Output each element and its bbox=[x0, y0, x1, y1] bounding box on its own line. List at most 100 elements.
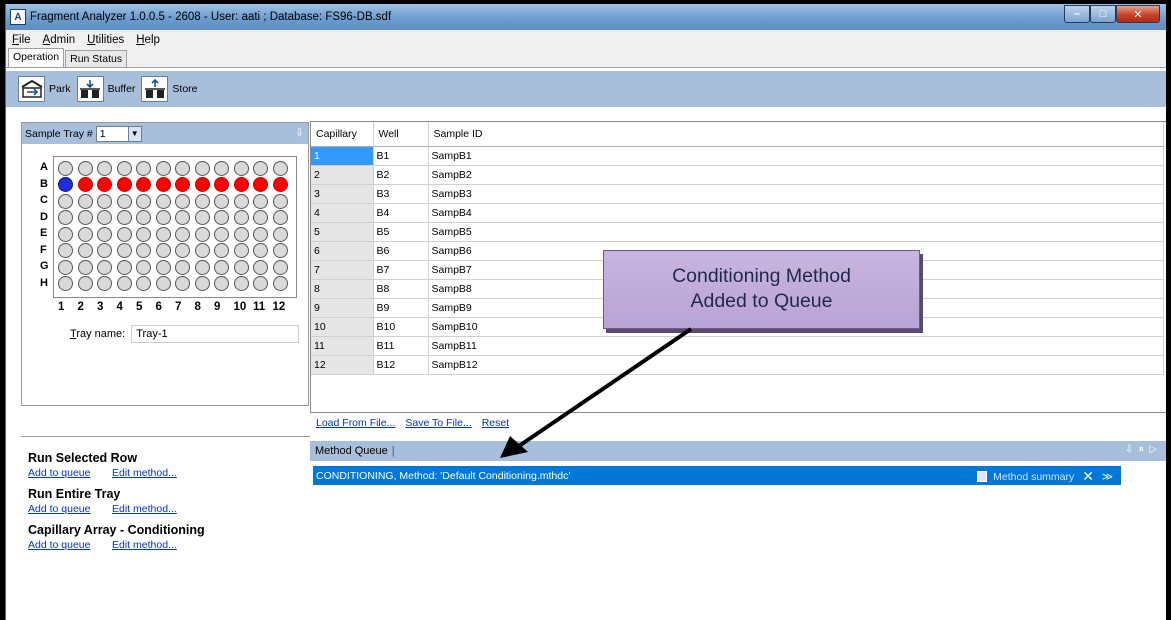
capillary-cell[interactable]: 1 bbox=[311, 146, 374, 166]
well[interactable] bbox=[175, 193, 190, 209]
table-row[interactable]: 4 B4 SampB4 bbox=[311, 203, 1164, 223]
well-cell[interactable]: B10 bbox=[373, 317, 429, 337]
well[interactable] bbox=[58, 193, 73, 209]
remove-item-icon[interactable]: ✕ bbox=[1082, 468, 1094, 485]
sample-id-cell[interactable]: SampB3 bbox=[428, 184, 1164, 204]
well[interactable] bbox=[253, 226, 268, 242]
well[interactable] bbox=[272, 276, 288, 292]
sample-id-cell[interactable]: SampB5 bbox=[428, 222, 1164, 242]
sample-id-cell[interactable]: SampB1 bbox=[428, 146, 1164, 166]
well[interactable] bbox=[77, 226, 93, 242]
well[interactable] bbox=[272, 243, 288, 259]
well[interactable] bbox=[214, 259, 229, 275]
well[interactable] bbox=[155, 160, 171, 176]
table-row[interactable]: 3 B3 SampB3 bbox=[311, 184, 1164, 204]
menu-admin[interactable]: Admin bbox=[43, 34, 76, 46]
table-row[interactable]: 5 B5 SampB5 bbox=[311, 222, 1164, 242]
well-cell[interactable]: B4 bbox=[373, 203, 429, 223]
capillary-cell[interactable]: 6 bbox=[311, 241, 374, 261]
tab-run-status[interactable]: Run Status bbox=[65, 50, 128, 67]
method-summary-link[interactable]: Method summary bbox=[993, 471, 1074, 483]
well[interactable] bbox=[97, 210, 112, 226]
chevron-down-icon[interactable]: ▼ bbox=[127, 126, 141, 141]
sample-tray-dropdown[interactable]: 1 ▼ bbox=[95, 125, 142, 142]
well[interactable] bbox=[136, 226, 151, 242]
method-summary-icon[interactable] bbox=[977, 471, 988, 482]
well[interactable] bbox=[175, 160, 190, 176]
well[interactable] bbox=[155, 259, 171, 275]
well[interactable] bbox=[155, 193, 171, 209]
capillary-cell[interactable]: 2 bbox=[311, 165, 374, 185]
well[interactable] bbox=[136, 243, 151, 259]
pin-icon[interactable]: ⇩ bbox=[295, 126, 304, 139]
menu-file[interactable]: File bbox=[12, 34, 31, 46]
well[interactable] bbox=[58, 243, 73, 259]
well[interactable] bbox=[136, 193, 151, 209]
well[interactable] bbox=[214, 193, 229, 209]
conditioning-edit-method-link[interactable]: Edit method... bbox=[112, 539, 177, 551]
sample-id-cell[interactable]: SampB2 bbox=[428, 165, 1164, 185]
table-row[interactable]: 12 B12 SampB12 bbox=[311, 355, 1164, 375]
well[interactable] bbox=[58, 210, 73, 226]
tab-operation[interactable]: Operation bbox=[8, 48, 65, 67]
well[interactable] bbox=[253, 276, 268, 292]
well[interactable] bbox=[77, 160, 93, 176]
well[interactable] bbox=[253, 177, 268, 193]
conditioning-add-to-queue-link[interactable]: Add to queue bbox=[28, 539, 112, 551]
well[interactable] bbox=[233, 177, 249, 193]
well[interactable] bbox=[116, 210, 132, 226]
well[interactable] bbox=[116, 259, 132, 275]
load-from-file-link[interactable]: Load From File... bbox=[316, 417, 395, 429]
store-button[interactable]: Store bbox=[141, 76, 198, 102]
well-cell[interactable]: B12 bbox=[373, 355, 429, 375]
well[interactable] bbox=[136, 177, 151, 193]
well[interactable] bbox=[77, 193, 93, 209]
well-cell[interactable]: B7 bbox=[373, 260, 429, 280]
well[interactable] bbox=[136, 210, 151, 226]
well[interactable] bbox=[272, 226, 288, 242]
well[interactable] bbox=[233, 259, 249, 275]
queue-pin-icon[interactable]: ⇩ ⏸ ▷ bbox=[1125, 444, 1157, 455]
capillary-cell[interactable]: 10 bbox=[311, 317, 374, 337]
well[interactable] bbox=[58, 160, 73, 176]
well[interactable] bbox=[194, 193, 210, 209]
column-header-capillary[interactable]: Capillary bbox=[311, 122, 374, 147]
well[interactable] bbox=[194, 259, 210, 275]
well-cell[interactable]: B1 bbox=[373, 146, 429, 166]
well[interactable] bbox=[194, 160, 210, 176]
well[interactable] bbox=[194, 226, 210, 242]
well[interactable] bbox=[77, 243, 93, 259]
well[interactable] bbox=[214, 226, 229, 242]
well[interactable] bbox=[58, 276, 73, 292]
well-cell[interactable]: B3 bbox=[373, 184, 429, 204]
close-button[interactable]: ✕ bbox=[1116, 5, 1160, 23]
well[interactable] bbox=[233, 160, 249, 176]
well[interactable] bbox=[116, 193, 132, 209]
menu-utilities[interactable]: Utilities bbox=[87, 34, 124, 46]
well[interactable] bbox=[155, 210, 171, 226]
well[interactable] bbox=[214, 210, 229, 226]
well[interactable] bbox=[77, 259, 93, 275]
well[interactable] bbox=[155, 177, 171, 193]
sample-id-cell[interactable]: SampB4 bbox=[428, 203, 1164, 223]
well[interactable] bbox=[116, 160, 132, 176]
well[interactable] bbox=[97, 226, 112, 242]
well[interactable] bbox=[116, 243, 132, 259]
buffer-button[interactable]: Buffer bbox=[76, 76, 135, 102]
well[interactable] bbox=[233, 210, 249, 226]
well[interactable] bbox=[272, 177, 288, 193]
well[interactable] bbox=[97, 177, 112, 193]
well[interactable] bbox=[116, 226, 132, 242]
menu-help[interactable]: Help bbox=[136, 34, 160, 46]
well[interactable] bbox=[214, 160, 229, 176]
table-row[interactable]: 2 B2 SampB2 bbox=[311, 165, 1164, 185]
well[interactable] bbox=[77, 210, 93, 226]
well[interactable] bbox=[194, 276, 210, 292]
table-row[interactable]: 1 B1 SampB1 bbox=[311, 146, 1164, 166]
run-entire-tray-add-to-queue-link[interactable]: Add to queue bbox=[28, 503, 112, 515]
well[interactable] bbox=[214, 177, 229, 193]
well[interactable] bbox=[97, 259, 112, 275]
capillary-cell[interactable]: 5 bbox=[311, 222, 374, 242]
well[interactable] bbox=[233, 243, 249, 259]
well-cell[interactable]: B11 bbox=[373, 336, 429, 356]
